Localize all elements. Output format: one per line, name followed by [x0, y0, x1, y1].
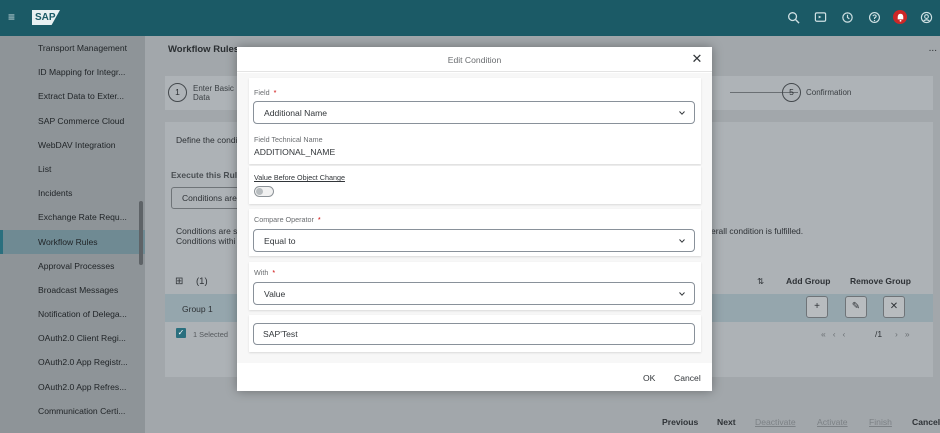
dialog-header: Edit Condition ✕: [237, 47, 712, 72]
value-before-label: Value Before Object Change: [254, 173, 345, 182]
previous-button[interactable]: Previous: [662, 417, 698, 427]
sidebar-item[interactable]: ID Mapping for Integr...: [0, 60, 145, 84]
dialog-footer: OK Cancel: [237, 363, 712, 391]
cancel-wizard-button[interactable]: Cancel: [912, 417, 940, 427]
search-icon[interactable]: [785, 9, 801, 25]
add-group-button[interactable]: Add Group: [786, 276, 830, 286]
with-select[interactable]: Value: [253, 282, 695, 305]
edit-condition-dialog: Edit Condition ✕ Field * Additional Name …: [237, 47, 712, 391]
info-tail: erall condition is fulfilled.: [711, 226, 804, 236]
field-select[interactable]: Additional Name: [253, 101, 695, 124]
finish-button[interactable]: Finish: [869, 417, 892, 427]
remove-group-button[interactable]: Remove Group: [850, 276, 911, 286]
deactivate-button[interactable]: Deactivate: [755, 417, 796, 427]
nav-scrollbar[interactable]: [139, 201, 143, 265]
sidebar-item[interactable]: SAP Commerce Cloud: [0, 109, 145, 133]
sidebar-item[interactable]: OAuth2.0 Client Regi...: [0, 326, 145, 350]
field-select-value: Additional Name: [264, 108, 328, 118]
close-icon[interactable]: ✕: [691, 52, 703, 65]
shell-actions: [785, 9, 934, 25]
field-label: Field *: [254, 88, 277, 97]
selected-count: 1 Selected: [193, 330, 228, 339]
sidebar-item[interactable]: Incidents: [0, 181, 145, 205]
with-section: With * Value: [249, 262, 701, 310]
pager-nav-next[interactable]: ›»: [895, 329, 917, 339]
sidebar-item[interactable]: OAuth2.0 App Registr...: [0, 350, 145, 374]
chevron-down-icon: [679, 239, 685, 243]
step-1-label: Enter Basic Data: [193, 84, 234, 102]
value-before-section: Value Before Object Change: [249, 166, 701, 204]
dialog-body: Field * Additional Name Field Technical N…: [237, 73, 712, 363]
edit-icon[interactable]: ✎: [845, 296, 867, 318]
shell-bar: ≡ SAP: [0, 0, 940, 36]
value-input[interactable]: [254, 324, 694, 344]
chevron-down-icon: [679, 292, 685, 296]
sidebar-item[interactable]: List: [0, 157, 145, 181]
pager-text: /1: [875, 329, 883, 339]
group-table-icon: ⊞: [175, 276, 184, 287]
value-input-wrapper: [253, 323, 695, 345]
execute-label: Execute this Rul: [171, 170, 238, 180]
add-condition-button[interactable]: +: [806, 296, 828, 318]
tech-name-label: Field Technical Name: [254, 135, 323, 144]
side-navigation: Transport Management ID Mapping for Integ…: [0, 36, 145, 433]
compare-operator-value: Equal to: [264, 236, 296, 246]
more-options-icon[interactable]: ...: [929, 43, 937, 54]
wizard-footer: Previous Next Deactivate Activate Finish…: [145, 410, 940, 433]
sidebar-item[interactable]: Notification of Delega...: [0, 302, 145, 326]
compare-operator-label: Compare Operator *: [254, 215, 321, 224]
select-all-checkbox[interactable]: ✓: [176, 328, 186, 338]
chevron-down-icon: [679, 111, 685, 115]
notification-icon[interactable]: [893, 10, 907, 24]
dialog-title: Edit Condition: [447, 55, 502, 65]
step-5-label: Confirmation: [806, 88, 852, 97]
step-5-circle[interactable]: 5: [782, 83, 801, 102]
group-count: (1): [196, 276, 208, 287]
sidebar-item[interactable]: Transport Management: [0, 36, 145, 60]
history-icon[interactable]: [839, 9, 855, 25]
value-input-section: [249, 315, 701, 352]
ok-button[interactable]: OK: [643, 373, 655, 383]
step-1-circle[interactable]: 1: [168, 83, 187, 102]
user-icon[interactable]: [918, 9, 934, 25]
with-select-value: Value: [264, 289, 286, 299]
compare-operator-select[interactable]: Equal to: [253, 229, 695, 252]
sidebar-item[interactable]: Exchange Rate Requ...: [0, 205, 145, 229]
screen-share-icon[interactable]: [812, 9, 828, 25]
info-line-1: Conditions are s: [176, 226, 238, 236]
value-before-toggle[interactable]: [254, 186, 274, 197]
sidebar-item[interactable]: Communication Certi...: [0, 399, 145, 423]
page-title: Workflow Rules: [168, 44, 240, 55]
group-name: Group 1: [182, 304, 213, 314]
nav-list: Transport Management ID Mapping for Integ…: [0, 36, 145, 423]
next-button[interactable]: Next: [717, 417, 736, 427]
sidebar-item[interactable]: Extract Data to Exter...: [0, 84, 145, 108]
sidebar-item[interactable]: OAuth2.0 App Refres...: [0, 375, 145, 399]
sidebar-item[interactable]: Workflow Rules: [0, 229, 145, 254]
pager-nav[interactable]: «‹‹: [821, 329, 852, 339]
sidebar-item[interactable]: WebDAV Integration: [0, 133, 145, 157]
with-label: With *: [254, 268, 276, 277]
sidebar-item[interactable]: Approval Processes: [0, 254, 145, 278]
hamburger-icon[interactable]: ≡: [8, 11, 18, 23]
sidebar-item[interactable]: Broadcast Messages: [0, 278, 145, 302]
field-section: Field * Additional Name Field Technical N…: [249, 78, 701, 164]
help-icon[interactable]: [866, 9, 882, 25]
activate-button[interactable]: Activate: [817, 417, 848, 427]
define-text: Define the condi: [176, 135, 238, 145]
info-line-2: Conditions withi: [176, 236, 236, 246]
delete-icon[interactable]: ✕: [883, 296, 905, 318]
cancel-button[interactable]: Cancel: [674, 373, 701, 383]
sort-icon[interactable]: ⇅: [757, 276, 764, 287]
sap-logo[interactable]: SAP: [32, 10, 60, 25]
compare-operator-section: Compare Operator * Equal to: [249, 209, 701, 256]
tech-name-value: ADDITIONAL_NAME: [254, 147, 336, 157]
